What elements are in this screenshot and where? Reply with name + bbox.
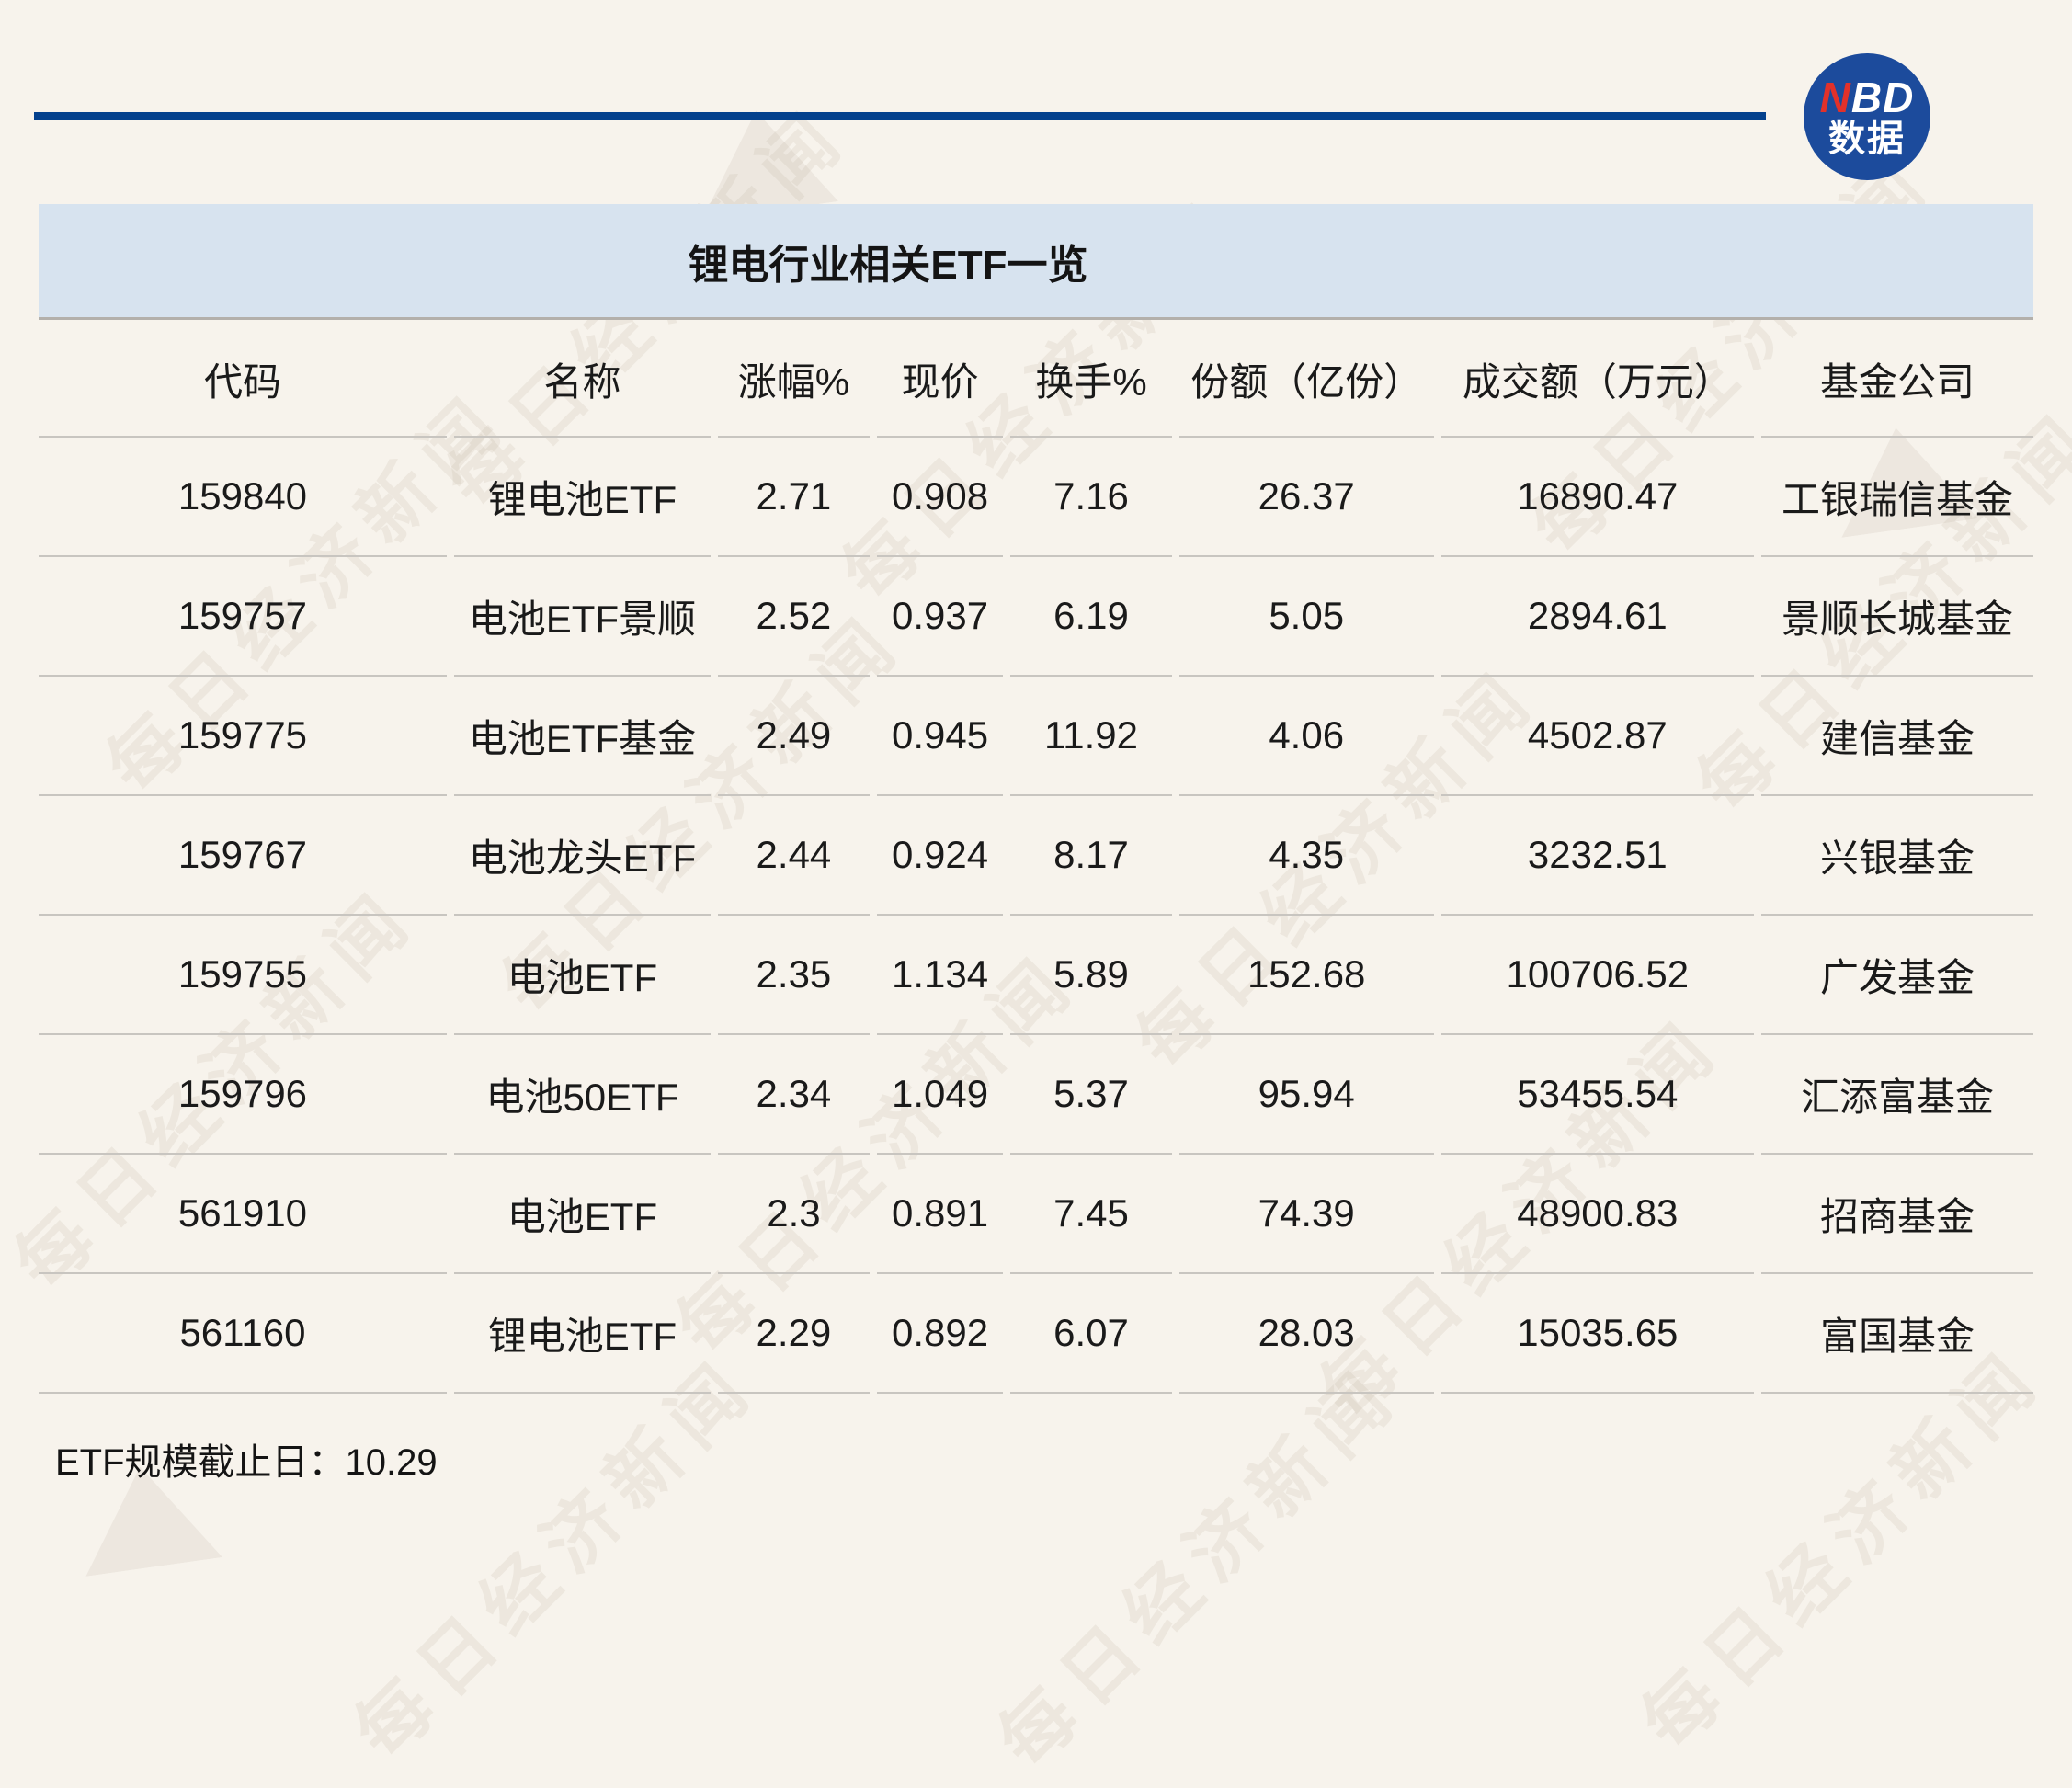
table-cell: 电池ETF [454, 1155, 711, 1274]
table-cell: 建信基金 [1761, 677, 2033, 796]
table-cell: 159840 [39, 438, 447, 557]
table-cell: 5.37 [1010, 1035, 1171, 1155]
table-header-row: 代码名称涨幅%现价换手%份额（亿份）成交额（万元）基金公司 [39, 323, 2033, 438]
table-title-band: 锂电行业相关ETF一览 [39, 204, 2033, 320]
table-cell: 100706.52 [1441, 916, 1754, 1035]
nbd-logo-subtext: 数据 [1828, 120, 1906, 158]
etf-table: 代码名称涨幅%现价换手%份额（亿份）成交额（万元）基金公司 159840锂电池E… [31, 323, 2041, 1394]
table-row: 159840锂电池ETF2.710.9087.1626.3716890.47工银… [39, 438, 2033, 557]
column-header: 现价 [877, 323, 1003, 438]
table-cell: 电池ETF基金 [454, 677, 711, 796]
table-row: 561160锂电池ETF2.290.8926.0728.0315035.65富国… [39, 1274, 2033, 1394]
table-cell: 6.19 [1010, 557, 1171, 677]
table-cell: 4.06 [1179, 677, 1434, 796]
table-row: 561910电池ETF2.30.8917.4574.3948900.83招商基金 [39, 1155, 2033, 1274]
table-cell: 28.03 [1179, 1274, 1434, 1394]
nbd-data-logo: NBD 数据 [1804, 53, 1930, 180]
table-cell: 53455.54 [1441, 1035, 1754, 1155]
table-cell: 74.39 [1179, 1155, 1434, 1274]
table-cell: 159775 [39, 677, 447, 796]
table-cell: 0.924 [877, 796, 1003, 916]
table-row: 159775电池ETF基金2.490.94511.924.064502.87建信… [39, 677, 2033, 796]
table-cell: 561160 [39, 1274, 447, 1394]
table-cell: 159755 [39, 916, 447, 1035]
table-cell: 152.68 [1179, 916, 1434, 1035]
table-row: 159796电池50ETF2.341.0495.3795.9453455.54汇… [39, 1035, 2033, 1155]
table-cell: 电池ETF [454, 916, 711, 1035]
table-cell: 富国基金 [1761, 1274, 2033, 1394]
table-cell: 159767 [39, 796, 447, 916]
table-cell: 工银瑞信基金 [1761, 438, 2033, 557]
table-cell: 2.29 [718, 1274, 870, 1394]
table-title: 锂电行业相关ETF一览 [39, 232, 2033, 290]
table-cell: 95.94 [1179, 1035, 1434, 1155]
header-accent-line [34, 112, 1766, 120]
table-cell: 电池龙头ETF [454, 796, 711, 916]
table-cell: 2894.61 [1441, 557, 1754, 677]
table-cell: 锂电池ETF [454, 1274, 711, 1394]
table-cell: 7.45 [1010, 1155, 1171, 1274]
column-header: 涨幅% [718, 323, 870, 438]
table-cell: 4.35 [1179, 796, 1434, 916]
table-cell: 景顺长城基金 [1761, 557, 2033, 677]
table-cell: 8.17 [1010, 796, 1171, 916]
column-header: 换手% [1010, 323, 1171, 438]
column-header: 基金公司 [1761, 323, 2033, 438]
table-cell: 招商基金 [1761, 1155, 2033, 1274]
table-cell: 7.16 [1010, 438, 1171, 557]
footnote: ETF规模截止日：10.29 [55, 1432, 438, 1486]
table-cell: 6.07 [1010, 1274, 1171, 1394]
table-cell: 2.52 [718, 557, 870, 677]
table-cell: 4502.87 [1441, 677, 1754, 796]
table-cell: 3232.51 [1441, 796, 1754, 916]
table-cell: 广发基金 [1761, 916, 2033, 1035]
table-body: 159840锂电池ETF2.710.9087.1626.3716890.47工银… [39, 438, 2033, 1394]
table-cell: 11.92 [1010, 677, 1171, 796]
table-cell: 26.37 [1179, 438, 1434, 557]
table-cell: 561910 [39, 1155, 447, 1274]
table-cell: 0.908 [877, 438, 1003, 557]
column-header: 代码 [39, 323, 447, 438]
infographic-page: 每日经济新闻 每日经济新闻 每日经济新闻 每日经济新闻 每日经济新闻 每日经济新… [0, 0, 2072, 1612]
table-row: 159757电池ETF景顺2.520.9376.195.052894.61景顺长… [39, 557, 2033, 677]
table-cell: 48900.83 [1441, 1155, 1754, 1274]
table-cell: 汇添富基金 [1761, 1035, 2033, 1155]
column-header: 成交额（万元） [1441, 323, 1754, 438]
table-cell: 1.134 [877, 916, 1003, 1035]
table-cell: 2.34 [718, 1035, 870, 1155]
table-cell: 16890.47 [1441, 438, 1754, 557]
table-row: 159755电池ETF2.351.1345.89152.68100706.52广… [39, 916, 2033, 1035]
table-cell: 电池ETF景顺 [454, 557, 711, 677]
table-cell: 锂电池ETF [454, 438, 711, 557]
table-cell: 0.891 [877, 1155, 1003, 1274]
table-cell: 兴银基金 [1761, 796, 2033, 916]
table-cell: 2.3 [718, 1155, 870, 1274]
table-cell: 2.71 [718, 438, 870, 557]
watermark-text: 每日经济新闻 [970, 1338, 1419, 1787]
table-cell: 0.937 [877, 557, 1003, 677]
table-cell: 2.44 [718, 796, 870, 916]
nbd-logo-text: NBD [1820, 75, 1915, 120]
table-cell: 15035.65 [1441, 1274, 1754, 1394]
column-header: 份额（亿份） [1179, 323, 1434, 438]
table-cell: 5.05 [1179, 557, 1434, 677]
table-cell: 159796 [39, 1035, 447, 1155]
table-cell: 电池50ETF [454, 1035, 711, 1155]
table-cell: 0.892 [877, 1274, 1003, 1394]
table-cell: 5.89 [1010, 916, 1171, 1035]
table-cell: 0.945 [877, 677, 1003, 796]
watermark-text: 每日经济新闻 [326, 1328, 776, 1778]
table-cell: 2.35 [718, 916, 870, 1035]
column-header: 名称 [454, 323, 711, 438]
table-row: 159767电池龙头ETF2.440.9248.174.353232.51兴银基… [39, 796, 2033, 916]
table-cell: 2.49 [718, 677, 870, 796]
table-cell: 159757 [39, 557, 447, 677]
table-cell: 1.049 [877, 1035, 1003, 1155]
